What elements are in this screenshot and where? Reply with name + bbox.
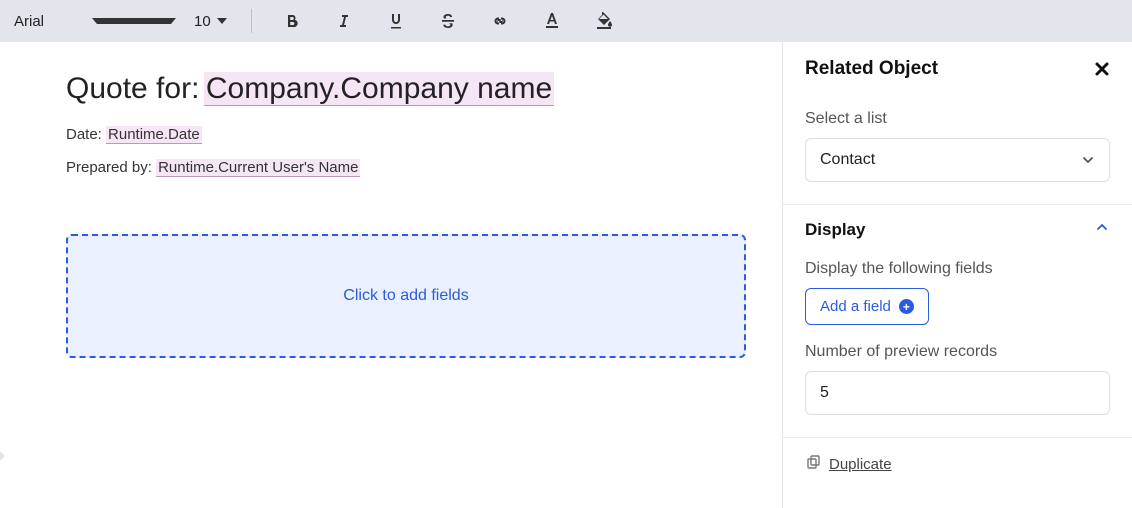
display-section-header[interactable]: Display	[805, 219, 1110, 240]
caret-down-icon	[217, 18, 227, 24]
preview-count-input[interactable]: 5	[805, 371, 1110, 415]
close-button[interactable]	[1094, 61, 1110, 77]
add-fields-label: Click to add fields	[343, 287, 468, 305]
fill-color-icon	[594, 11, 614, 31]
sidebar-title: Related Object	[805, 58, 938, 80]
add-field-button[interactable]: Add a field +	[805, 288, 929, 325]
heading-prefix: Quote for:	[66, 72, 199, 105]
display-section: Display Display the following fields Add…	[783, 205, 1132, 438]
date-label: Date:	[66, 126, 102, 143]
toolbar-divider	[251, 9, 252, 33]
duplicate-row: Duplicate	[783, 438, 1132, 491]
text-color-icon	[542, 11, 562, 31]
strikethrough-button[interactable]	[426, 4, 470, 38]
sidebar-header: Related Object	[783, 42, 1132, 96]
duplicate-icon	[805, 454, 821, 475]
sidebar-panel: Related Object Select a list Contact Dis…	[782, 42, 1132, 508]
gutter-marker	[0, 450, 5, 462]
chevron-up-icon	[1094, 219, 1110, 240]
link-button[interactable]	[478, 4, 522, 38]
list-label: Select a list	[805, 110, 1110, 128]
add-fields-box[interactable]: Click to add fields	[66, 234, 746, 358]
chevron-down-icon	[1081, 153, 1095, 167]
fill-color-button[interactable]	[582, 4, 626, 38]
list-select-section: Select a list Contact	[783, 96, 1132, 205]
text-color-button[interactable]	[530, 4, 574, 38]
italic-button[interactable]	[322, 4, 366, 38]
font-size-dropdown[interactable]: 10	[188, 13, 233, 30]
plus-circle-icon: +	[899, 299, 914, 314]
list-select[interactable]: Contact	[805, 138, 1110, 182]
bold-icon	[284, 13, 300, 29]
list-select-value: Contact	[820, 151, 1081, 169]
display-fields-label: Display the following fields	[805, 260, 1110, 278]
display-section-title: Display	[805, 220, 865, 240]
underline-button[interactable]	[374, 4, 418, 38]
font-size-value: 10	[194, 13, 211, 30]
prepared-by-token[interactable]: Runtime.Current User's Name	[156, 159, 360, 177]
close-icon	[1094, 61, 1110, 77]
preview-count-label: Number of preview records	[805, 343, 1110, 361]
strikethrough-icon	[439, 12, 457, 30]
date-token[interactable]: Runtime.Date	[106, 126, 202, 144]
font-family-value: Arial	[14, 13, 88, 30]
duplicate-link[interactable]: Duplicate	[829, 456, 892, 473]
heading-token[interactable]: Company.Company name	[204, 72, 554, 106]
caret-down-icon	[92, 18, 176, 24]
bold-button[interactable]	[270, 4, 314, 38]
prepared-by-label: Prepared by:	[66, 159, 152, 176]
link-icon	[491, 12, 509, 30]
font-family-dropdown[interactable]: Arial	[10, 13, 180, 30]
formatting-toolbar: Arial 10	[0, 0, 1132, 42]
document-editor[interactable]: Quote for: Company.Company name Date: Ru…	[0, 42, 782, 508]
content-area: Quote for: Company.Company name Date: Ru…	[0, 42, 1132, 508]
preview-count-value: 5	[820, 384, 829, 402]
add-field-label: Add a field	[820, 298, 891, 315]
underline-icon	[387, 12, 405, 30]
italic-icon	[336, 13, 352, 29]
